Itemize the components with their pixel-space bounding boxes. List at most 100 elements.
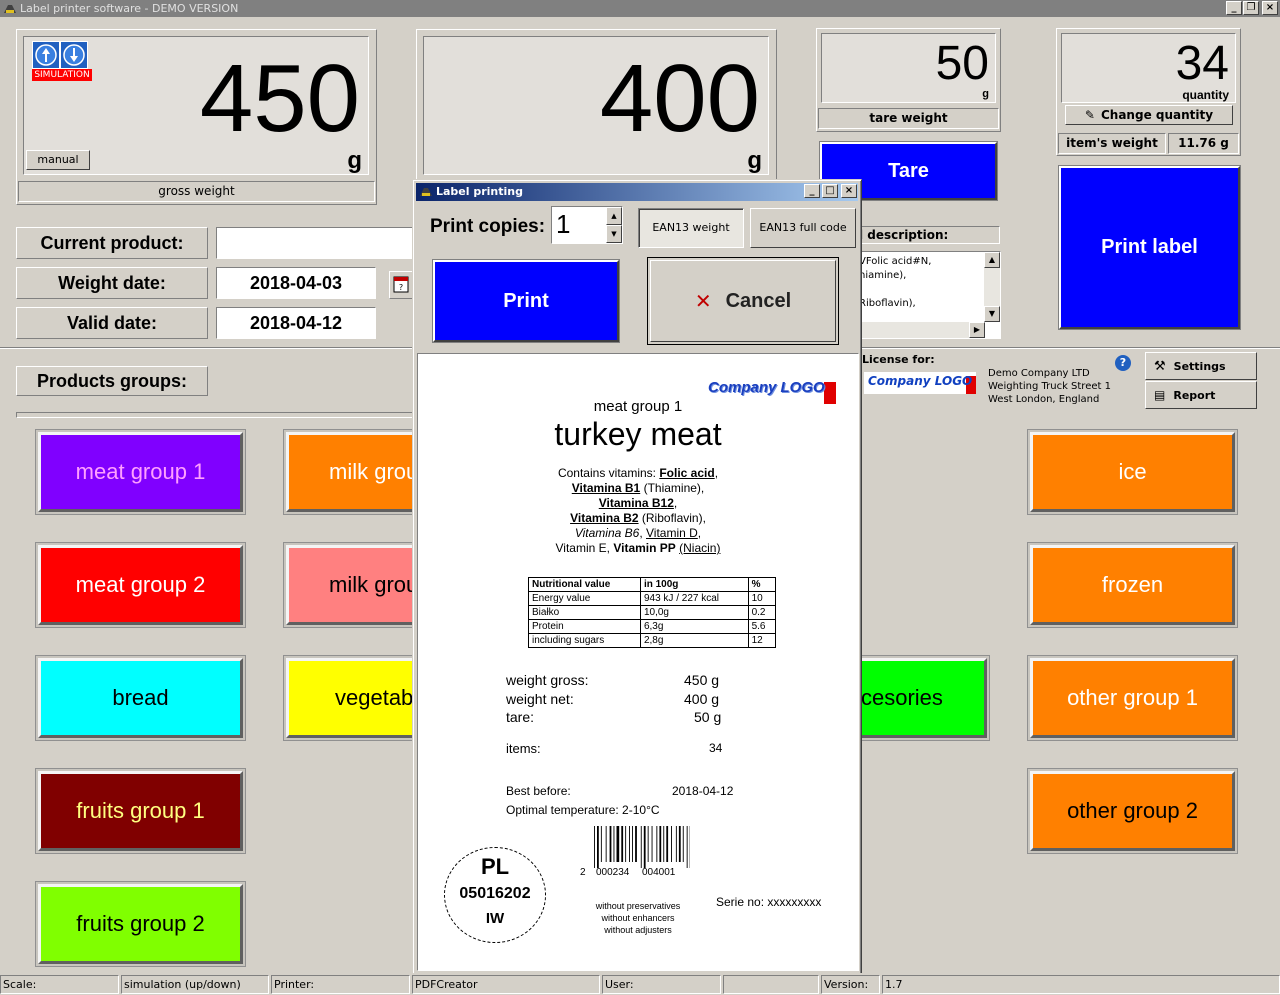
group-tile-other-2[interactable]: other group 2: [1030, 771, 1235, 851]
help-icon[interactable]: ?: [1115, 355, 1131, 371]
quantity-display: 34 quantity: [1061, 33, 1236, 103]
barcode-bar: [600, 826, 602, 862]
spin-up-icon[interactable]: ▲: [606, 207, 622, 225]
barcode-bar: [682, 826, 684, 862]
simulation-arrows-icon[interactable]: [32, 41, 88, 69]
group-tile-frozen[interactable]: frozen: [1030, 545, 1235, 625]
weight-date-field[interactable]: 2018-04-03: [216, 267, 376, 299]
net-weight-value: 400: [599, 45, 760, 152]
scroll-right-icon[interactable]: ▶: [969, 322, 985, 338]
ean13-full-code-button[interactable]: EAN13 full code: [750, 208, 856, 248]
calendar-icon[interactable]: ?: [389, 271, 413, 299]
report-button[interactable]: ▤ Report: [1145, 381, 1257, 409]
status-scale-value: simulation (up/down): [121, 975, 269, 994]
item-weight-label: item's weight: [1058, 133, 1166, 154]
cancel-label: Cancel: [725, 289, 792, 312]
svg-text:?: ?: [399, 283, 403, 292]
weight-net-value: 400 g: [684, 691, 720, 707]
barcode-digits-left: 000234: [596, 867, 630, 878]
gross-weight-caption: gross weight: [18, 181, 375, 202]
print-label-button[interactable]: Print label: [1058, 165, 1241, 330]
dialog-minimize-icon[interactable]: _: [804, 184, 820, 198]
valid-date-field[interactable]: 2018-04-12: [216, 307, 376, 339]
barcode-bar: [678, 826, 681, 862]
weight-gross-value: 450 g: [684, 672, 720, 688]
optimal-temperature: Optimal temperature: 2-10°C: [506, 803, 660, 817]
close-icon[interactable]: ×: [1262, 1, 1278, 15]
status-user-value: [723, 975, 819, 994]
simulation-badge-box: SIMULATION: [26, 39, 92, 83]
tare-weight-display: 50 g: [821, 33, 996, 103]
tare-weight-unit: g: [982, 88, 989, 100]
items-label: items:: [506, 741, 541, 756]
minimize-icon[interactable]: _: [1226, 1, 1242, 15]
print-button[interactable]: Print: [432, 259, 620, 343]
change-quantity-label: Change quantity: [1100, 108, 1214, 122]
status-version-value: 1.7: [882, 975, 1280, 994]
gross-weight-unit: g: [347, 147, 362, 174]
group-tile-meat-1[interactable]: meat group 1: [38, 432, 243, 512]
scroll-down-icon[interactable]: ▼: [984, 306, 1000, 322]
description-textarea[interactable]: VFolic acid#N, hiamine), Riboflavin), ▲ …: [856, 251, 1001, 339]
restore-icon[interactable]: ❐: [1243, 1, 1259, 15]
serie-number: Serie no: xxxxxxxxx: [716, 895, 822, 909]
dialog-icon: [420, 188, 432, 196]
edit-pencil-icon: ✎: [1084, 108, 1095, 122]
label-group: meat group 1: [593, 398, 683, 415]
nutrition-table: Nutritional value in 100g% Energy value 94…: [528, 577, 777, 648]
barcode-bar: [625, 826, 627, 862]
status-bar: Scale: simulation (up/down) Printer: PDF…: [0, 973, 1280, 995]
label-preview: Company LOGO meat group 1 turkey meat Co…: [417, 353, 859, 971]
current-product-field[interactable]: [216, 227, 416, 259]
tools-icon: ⚒: [1154, 358, 1166, 374]
dialog-title: Label printing: [436, 185, 524, 198]
weight-net-label: weight net:: [506, 691, 574, 707]
description-hscrollbar[interactable]: ▶: [857, 322, 985, 338]
barcode-bar: [671, 826, 672, 862]
barcode-bar: [647, 826, 649, 862]
barcode-bar: [656, 826, 658, 862]
spin-down-icon[interactable]: ▼: [606, 225, 622, 243]
settings-button[interactable]: ⚒ Settings: [1145, 352, 1257, 380]
dialog-close-icon[interactable]: ×: [841, 184, 857, 198]
net-weight-display: 400 g: [423, 36, 769, 175]
group-tile-fruits-1[interactable]: fruits group 1: [38, 771, 243, 851]
dialog-maximize-icon[interactable]: □: [822, 184, 838, 198]
barcode-bar: [675, 826, 677, 862]
status-printer-value: PDFCreator: [412, 975, 600, 994]
group-tile-bread[interactable]: bread: [38, 658, 243, 738]
window-titlebar: Label printer software - DEMO VERSION: [0, 0, 1280, 17]
weight-gross-label: weight gross:: [506, 672, 589, 688]
description-scrollbar[interactable]: ▲ ▼: [984, 252, 1000, 322]
cancel-button[interactable]: ✕ Cancel: [647, 257, 839, 345]
print-copies-spinner[interactable]: 1 ▲ ▼: [551, 206, 623, 244]
table-row: including sugars 2,8g 12: [528, 633, 777, 648]
tare-weight-value: 50: [935, 37, 989, 90]
weight-date-label: Weight date:: [16, 267, 208, 299]
license-title: License for:: [862, 353, 935, 366]
group-tile-ice[interactable]: ice: [1030, 432, 1235, 512]
barcode-bar: [686, 826, 688, 868]
net-weight-unit: g: [747, 147, 762, 174]
scroll-up-icon[interactable]: ▲: [984, 252, 1000, 268]
label-product-name: turkey meat: [554, 416, 722, 452]
barcode-bar: [632, 826, 633, 862]
manual-button[interactable]: manual: [26, 150, 90, 170]
barcode-digits-right: 004001: [642, 867, 676, 878]
group-tile-other-1[interactable]: other group 1: [1030, 658, 1235, 738]
change-quantity-button[interactable]: ✎ Change quantity: [1065, 105, 1233, 125]
barcode-bar: [651, 826, 653, 862]
group-tile-fruits-2[interactable]: fruits group 2: [38, 884, 243, 964]
tare-label: tare:: [506, 709, 535, 725]
print-copies-value: 1: [556, 209, 571, 239]
nutrition-header-row: Nutritional value in 100g%: [528, 577, 777, 592]
groups-divider: [16, 412, 416, 418]
ean13-weight-code-button[interactable]: EAN13 weight code: [638, 208, 744, 272]
description-label: l description:: [856, 226, 1000, 244]
group-tile-meat-2[interactable]: meat group 2: [38, 545, 243, 625]
window-title: Label printer software - DEMO VERSION: [20, 2, 239, 15]
barcode-bar: [613, 826, 615, 862]
barcode-bar: [640, 826, 642, 868]
report-icon: ▤: [1154, 388, 1166, 402]
barcode-bar: [659, 826, 662, 862]
